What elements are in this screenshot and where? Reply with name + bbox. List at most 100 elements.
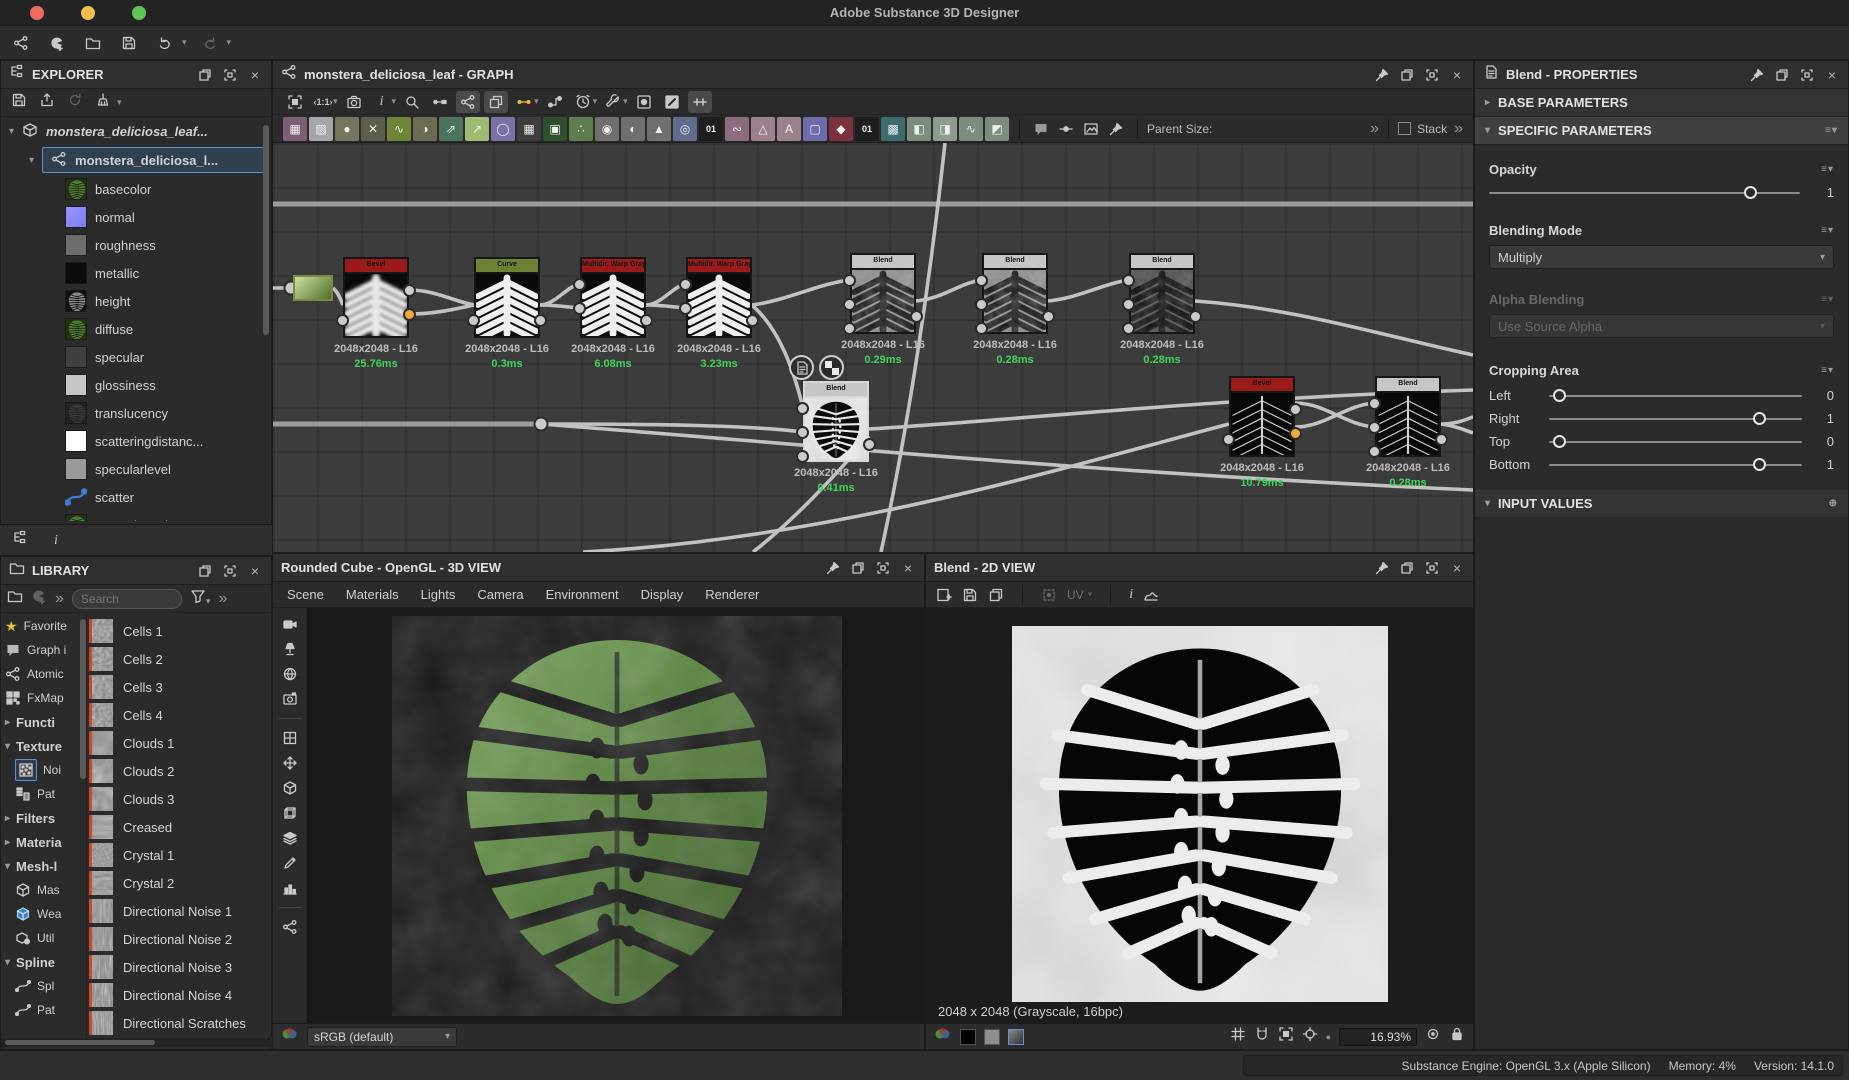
tree-item-output[interactable]: specular — [1, 343, 271, 371]
graph-mode-icon[interactable] — [456, 91, 480, 113]
node-output-dot[interactable] — [1435, 433, 1448, 446]
float-icon[interactable] — [1774, 67, 1790, 83]
connection-color-icon[interactable] — [512, 91, 536, 113]
menu-display[interactable]: Display — [641, 587, 684, 602]
tools-icon[interactable] — [601, 91, 625, 113]
save-all-icon[interactable] — [116, 30, 142, 56]
graph-node-blend[interactable]: Blend2048x2048 - L160.29ms — [850, 253, 916, 334]
chevron-down-icon[interactable]: ▾ — [182, 37, 187, 48]
chevron-down-icon[interactable]: ▾ — [333, 96, 338, 107]
blend-node-icon[interactable]: ◉ — [595, 117, 619, 141]
env-icon[interactable] — [282, 666, 298, 682]
close-icon[interactable]: × — [1449, 560, 1465, 576]
actual-size-icon[interactable]: ‹1:1› — [311, 91, 335, 113]
node-input-dot[interactable] — [1368, 421, 1381, 434]
maximize-icon[interactable] — [1799, 67, 1815, 83]
maximize-icon[interactable] — [875, 560, 891, 576]
chevron-down-icon[interactable]: ▾ — [623, 96, 628, 107]
zoom-input[interactable] — [1339, 1028, 1417, 1046]
copy-icon[interactable] — [988, 587, 1004, 603]
info-icon[interactable]: i — [1129, 587, 1133, 603]
graph-canvas[interactable]: Bevel2048x2048 - L1625.76ms Curve2048x204… — [273, 143, 1473, 552]
node-input-dot[interactable] — [796, 402, 809, 415]
chevron-down-icon[interactable]: ▾ — [117, 97, 122, 108]
node-output-dot[interactable] — [863, 438, 876, 451]
node-input-dot[interactable] — [1222, 433, 1235, 446]
search-input[interactable] — [72, 589, 182, 609]
library-category-texture[interactable]: ▾Texture — [1, 734, 86, 758]
maximize-icon[interactable] — [222, 563, 238, 579]
close-icon[interactable]: × — [1449, 67, 1465, 83]
tile-sampler-node-icon[interactable]: ▦ — [517, 117, 541, 141]
grid-icon[interactable] — [1230, 1026, 1246, 1047]
library-item[interactable]: Clouds 1 — [89, 729, 271, 757]
levels-node-icon[interactable]: ▲ — [647, 117, 671, 141]
wave-node-icon[interactable]: ∿ — [959, 117, 983, 141]
close-icon[interactable]: × — [247, 563, 263, 579]
new-package-icon[interactable] — [44, 30, 70, 56]
menu-materials[interactable]: Materials — [346, 587, 399, 602]
tree-item-output[interactable]: height — [1, 287, 271, 315]
crop-slider[interactable] — [1549, 458, 1802, 472]
node-usage-badge-icon[interactable] — [819, 355, 844, 380]
transform-node-icon[interactable]: ↗ — [465, 117, 489, 141]
specific-parameters-section[interactable]: ▾ SPECIFIC PARAMETERS ≡▾ — [1475, 117, 1848, 145]
save-icon[interactable] — [11, 92, 27, 113]
library-hscrollbar[interactable] — [1, 1038, 273, 1047]
node-output-dot[interactable] — [534, 314, 547, 327]
node-input-dot[interactable] — [843, 322, 856, 335]
crop-slider[interactable] — [1549, 435, 1802, 449]
library-category-fxmap[interactable]: FxMap — [1, 686, 86, 710]
frame-icon[interactable] — [1079, 118, 1103, 140]
snapshot-icon[interactable] — [282, 691, 298, 707]
tree-item-output[interactable]: specularlevel — [1, 455, 271, 483]
bitmap-node-icon[interactable]: ▦ — [283, 117, 307, 141]
library-item[interactable]: Cells 4 — [89, 701, 271, 729]
uvgrid-icon[interactable] — [282, 730, 298, 746]
graph-node-bevel[interactable]: Bevel2048x2048 - L1610.79ms — [1229, 376, 1295, 457]
pen-icon[interactable] — [282, 855, 298, 871]
tree-item-output[interactable]: scatter — [1, 483, 271, 511]
background-gray-swatch[interactable] — [984, 1029, 1000, 1045]
node-input-dot[interactable] — [1122, 298, 1135, 311]
search-icon[interactable] — [400, 91, 424, 113]
library-category-pat[interactable]: Pat — [1, 998, 86, 1022]
node-input-dot[interactable] — [1122, 274, 1135, 287]
graph-node-bevel[interactable]: Bevel2048x2048 - L1625.76ms — [343, 257, 409, 338]
new-graph-icon[interactable] — [8, 30, 34, 56]
pin-icon[interactable] — [825, 560, 841, 576]
warp-node-icon[interactable]: ⇗ — [439, 117, 463, 141]
node-icon[interactable] — [282, 919, 298, 935]
portal-node-icon[interactable]: ◨ — [933, 117, 957, 141]
menu-scene[interactable]: Scene — [287, 587, 324, 602]
screenshot-icon[interactable] — [342, 91, 366, 113]
colorspace-select[interactable]: sRGB (default) ▾ — [307, 1027, 457, 1047]
library-item[interactable]: Creased — [89, 813, 271, 841]
zoom-window-button[interactable] — [132, 6, 146, 20]
library-category-materia[interactable]: ▸Materia — [1, 830, 86, 854]
node-output-dot[interactable] — [640, 314, 653, 327]
save-icon[interactable] — [962, 587, 978, 603]
crop-slider[interactable] — [1549, 412, 1802, 426]
node-output-dot[interactable] — [403, 308, 416, 321]
maximize-icon[interactable] — [1424, 560, 1440, 576]
explorer-scrollbar[interactable] — [263, 125, 269, 335]
node-input-dot[interactable] — [679, 302, 692, 315]
float-icon[interactable] — [1399, 560, 1415, 576]
node-output-dot[interactable] — [910, 310, 923, 323]
tree-item-output[interactable]: diffuse — [1, 315, 271, 343]
library-item[interactable]: Clouds 3 — [89, 785, 271, 813]
cropping-menu-icon[interactable]: ≡▾ — [1821, 365, 1834, 376]
node-output-dot[interactable] — [1289, 403, 1302, 416]
graph-node-small[interactable] — [293, 275, 333, 301]
fit-view-icon[interactable] — [283, 91, 307, 113]
library-category-util[interactable]: Util — [1, 926, 86, 950]
graph-node-curve[interactable]: Curve2048x2048 - L160.3ms — [474, 257, 540, 338]
library-item[interactable]: Cells 3 — [89, 673, 271, 701]
library-item[interactable]: Directional Noise 4 — [89, 981, 271, 1009]
node-input-dot[interactable] — [975, 274, 988, 287]
chevron-down-icon[interactable]: ▾ — [9, 126, 14, 137]
menu-environment[interactable]: Environment — [546, 587, 619, 602]
library-category-functi[interactable]: ▸Functi — [1, 710, 86, 734]
node-input-dot[interactable] — [975, 322, 988, 335]
